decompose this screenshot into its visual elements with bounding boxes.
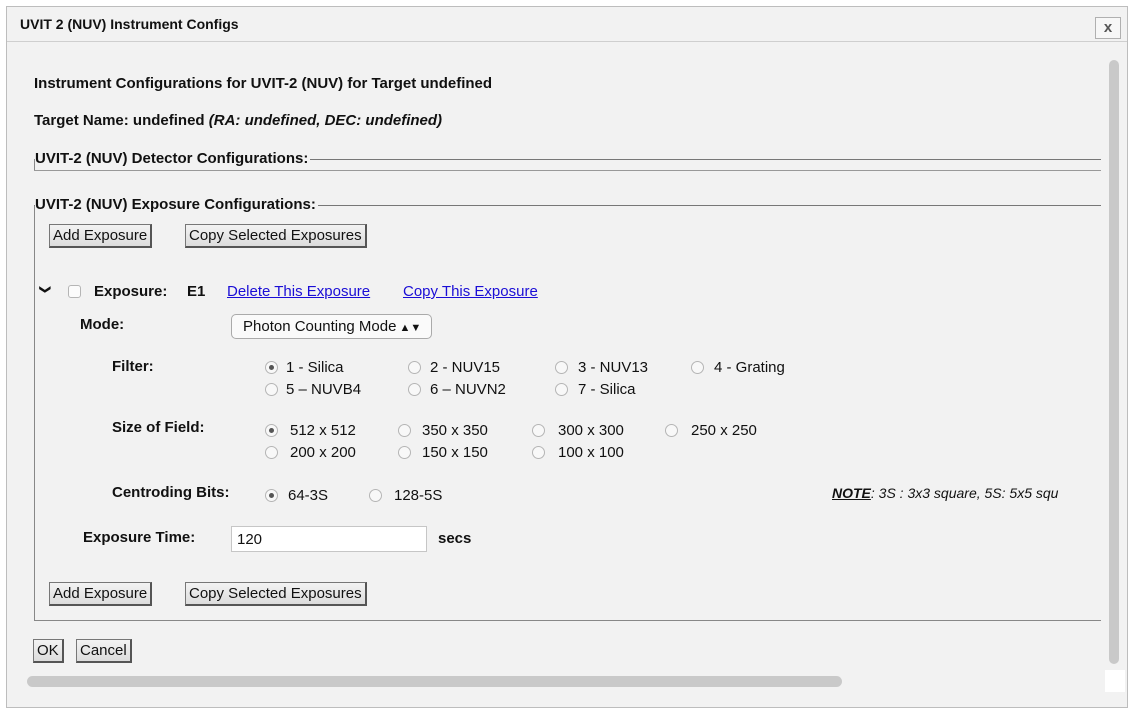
horizontal-scrollbar[interactable] xyxy=(27,676,842,687)
dialog-titlebar: UVIT 2 (NUV) Instrument Configs x xyxy=(7,7,1127,42)
exposure-id: E1 xyxy=(187,283,206,300)
filter-label: Filter: xyxy=(112,358,154,375)
centroid-radio-64[interactable] xyxy=(265,489,278,502)
centroid-radio-128[interactable] xyxy=(369,489,382,502)
note-text: : 3S : 3x3 square, 5S: 5x5 squ xyxy=(870,485,1059,501)
filter-radio-2[interactable] xyxy=(408,361,421,374)
exposure-label: Exposure: xyxy=(94,283,168,300)
select-arrows-icon: ▲▼ xyxy=(399,322,422,334)
delete-exposure-link[interactable]: Delete This Exposure xyxy=(227,283,370,300)
mode-select-value: Photon Counting Mode xyxy=(243,318,397,335)
main-heading: Instrument Configurations for UVIT-2 (NU… xyxy=(34,75,493,92)
exposure-fieldset xyxy=(34,205,1101,621)
copy-selected-exposures-button-bottom[interactable]: Copy Selected Exposures xyxy=(185,582,367,606)
size-option-150: 150 x 150 xyxy=(422,444,488,461)
centroid-option-64: 64-3S xyxy=(288,487,329,504)
scroll-corner xyxy=(1105,670,1125,692)
filter-option-4: 4 - Grating xyxy=(714,359,785,376)
filter-option-6: 6 – NUVN2 xyxy=(430,381,506,398)
size-radio-150[interactable] xyxy=(398,446,411,459)
filter-radio-3[interactable] xyxy=(555,361,568,374)
add-exposure-button-bottom[interactable]: Add Exposure xyxy=(49,582,153,606)
mode-label: Mode: xyxy=(80,316,125,333)
size-radio-300[interactable] xyxy=(532,424,545,437)
exposure-time-unit: secs xyxy=(438,530,472,547)
exposure-time-input[interactable]: 120 xyxy=(231,526,427,552)
size-radio-250[interactable] xyxy=(665,424,678,437)
filter-radio-6[interactable] xyxy=(408,383,421,396)
instrument-config-dialog: UVIT 2 (NUV) Instrument Configs x Instru… xyxy=(6,6,1128,708)
filter-option-5: 5 – NUVB4 xyxy=(286,381,362,398)
target-coords: (RA: undefined, DEC: undefined) xyxy=(208,112,443,129)
filter-option-3: 3 - NUV13 xyxy=(578,359,649,376)
size-radio-100[interactable] xyxy=(532,446,545,459)
detector-fieldset-bottom xyxy=(34,170,1101,171)
filter-radio-1[interactable] xyxy=(265,361,278,374)
size-option-300: 300 x 300 xyxy=(558,422,624,439)
filter-option-1: 1 - Silica xyxy=(286,359,344,376)
filter-radio-4[interactable] xyxy=(691,361,704,374)
size-of-field-label: Size of Field: xyxy=(112,419,205,436)
dialog-content: Instrument Configurations for UVIT-2 (NU… xyxy=(7,42,1101,672)
detector-legend[interactable]: UVIT-2 (NUV) Detector Configurations: xyxy=(35,150,311,167)
filter-radio-5[interactable] xyxy=(265,383,278,396)
exposure-legend[interactable]: UVIT-2 (NUV) Exposure Configurations: xyxy=(35,196,318,213)
size-option-512: 512 x 512 xyxy=(290,422,356,439)
centroid-bits-label: Centroding Bits: xyxy=(112,484,230,501)
size-option-200: 200 x 200 xyxy=(290,444,356,461)
filter-radio-7[interactable] xyxy=(555,383,568,396)
size-radio-350[interactable] xyxy=(398,424,411,437)
add-exposure-button[interactable]: Add Exposure xyxy=(49,224,153,248)
copy-exposure-link[interactable]: Copy This Exposure xyxy=(403,283,538,300)
note-label: NOTE xyxy=(832,485,871,501)
size-radio-512[interactable] xyxy=(265,424,278,437)
mode-select[interactable]: Photon Counting Mode ▲▼ xyxy=(231,314,433,339)
vertical-scrollbar[interactable] xyxy=(1109,60,1119,664)
collapse-chevron-icon[interactable]: ❯ xyxy=(39,285,52,294)
centroid-option-128: 128-5S xyxy=(394,487,443,504)
ok-button[interactable]: OK xyxy=(33,639,64,663)
target-heading: Target Name: undefined (RA: undefined, D… xyxy=(34,112,442,129)
size-option-250: 250 x 250 xyxy=(691,422,757,439)
filter-option-7: 7 - Silica xyxy=(578,381,636,398)
cancel-button[interactable]: Cancel xyxy=(76,639,132,663)
size-radio-200[interactable] xyxy=(265,446,278,459)
exposure-time-label: Exposure Time: xyxy=(83,529,196,546)
centroid-note: NOTE: 3S : 3x3 square, 5S: 5x5 squ xyxy=(832,485,1079,501)
size-option-350: 350 x 350 xyxy=(422,422,488,439)
filter-option-2: 2 - NUV15 xyxy=(430,359,501,376)
exposure-select-checkbox[interactable] xyxy=(68,285,81,298)
close-icon[interactable]: x xyxy=(1095,17,1121,39)
target-name: Target Name: undefined xyxy=(34,112,205,129)
size-option-100: 100 x 100 xyxy=(558,444,624,461)
copy-selected-exposures-button[interactable]: Copy Selected Exposures xyxy=(185,224,367,248)
dialog-title: UVIT 2 (NUV) Instrument Configs xyxy=(20,16,239,32)
